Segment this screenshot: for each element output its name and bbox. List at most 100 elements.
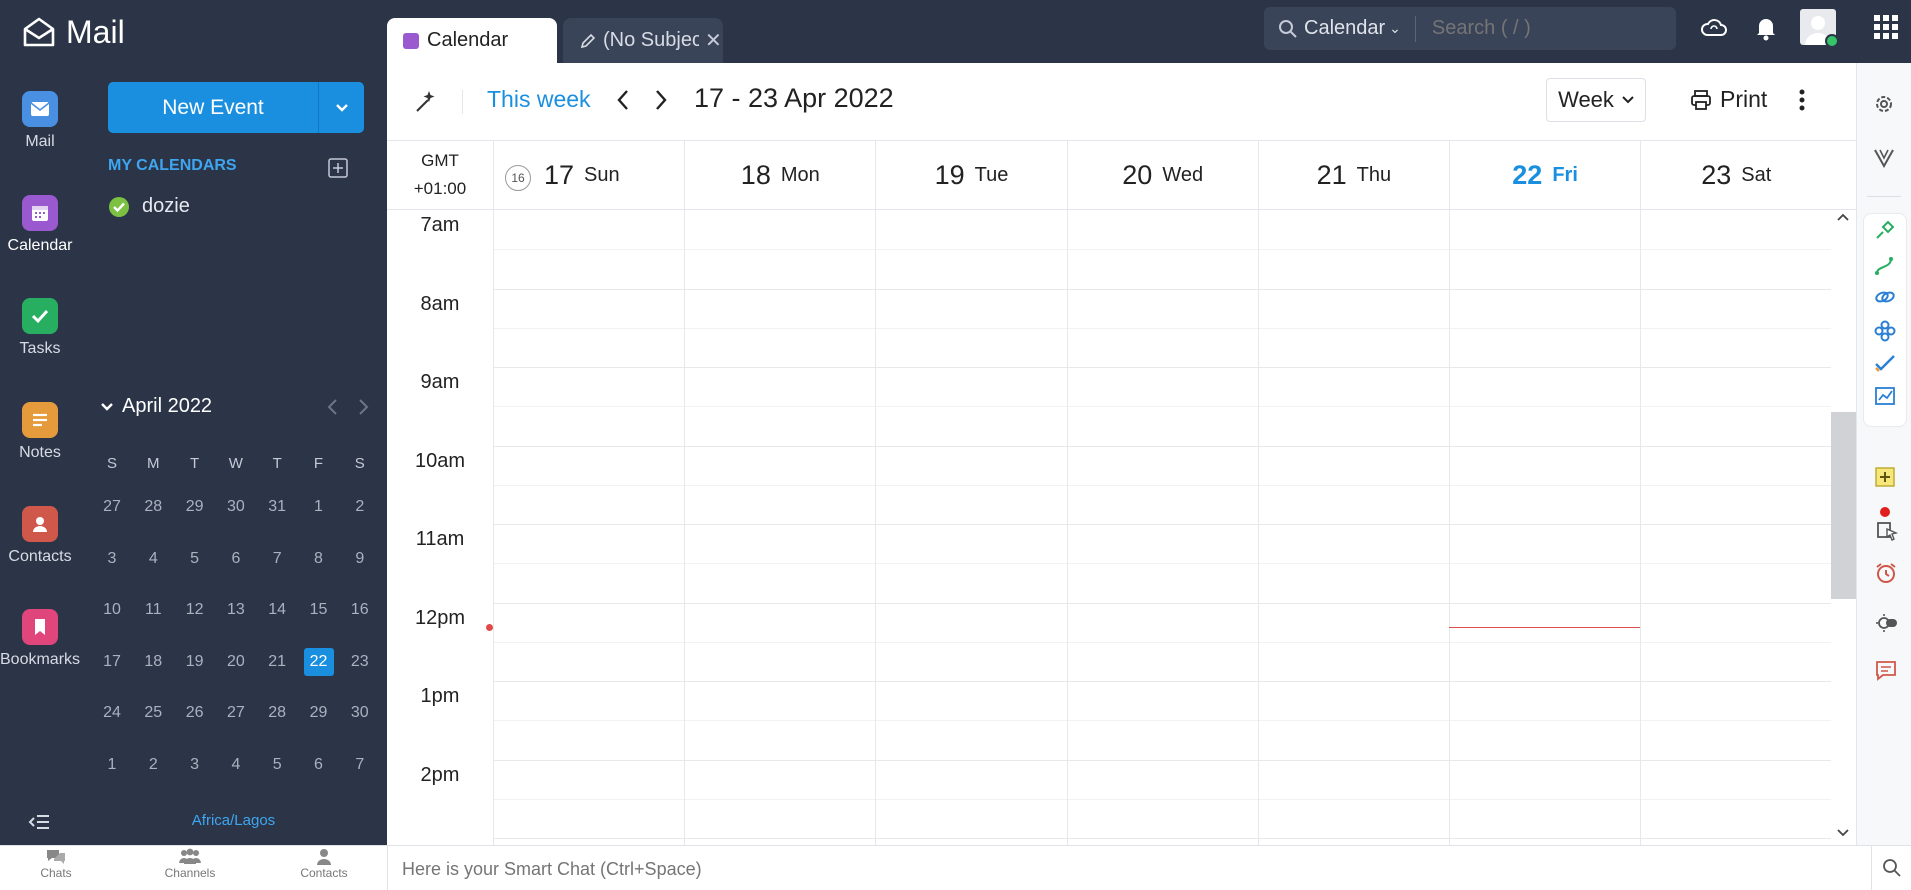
nav-tasks[interactable]: Tasks [0,298,80,358]
print-button[interactable]: Print [1690,86,1767,113]
nav-bookmarks[interactable]: Bookmarks [0,609,80,669]
calendar-item-dozie[interactable]: dozie [108,195,190,218]
mini-calendar-day[interactable]: 2 [136,751,170,779]
mini-calendar-day[interactable]: 6 [302,751,336,779]
next-week-icon[interactable] [653,88,669,112]
mini-calendar-day[interactable]: 9 [343,545,377,573]
mini-calendar-day[interactable]: 14 [260,596,294,624]
mini-calendar-day[interactable]: 4 [219,751,253,779]
cloud-sync-icon[interactable] [1700,15,1728,41]
scroll-up-icon[interactable] [1836,212,1850,222]
search-icon[interactable] [1882,858,1902,878]
mini-calendar-day[interactable]: 2 [343,493,377,521]
mini-calendar-header[interactable]: April 2022 [100,395,212,418]
link-icon[interactable] [1874,289,1896,305]
mini-calendar-day[interactable]: 29 [302,699,336,727]
mini-calendar-day[interactable]: 31 [260,493,294,521]
nav-mail[interactable]: Mail [0,91,80,151]
nav-contacts[interactable]: Contacts [0,506,80,566]
mini-calendar-day[interactable]: 28 [136,493,170,521]
mini-calendar-day[interactable]: 27 [219,699,253,727]
mini-calendar-day[interactable]: 10 [95,596,129,624]
mini-calendar-day[interactable]: 23 [343,648,377,676]
view-selector[interactable]: Week [1546,78,1646,122]
bottom-chats[interactable]: Chats [16,848,96,880]
mini-calendar-day[interactable]: 5 [178,545,212,573]
checked-circle-icon[interactable] [108,196,130,218]
smart-chat-input[interactable] [400,855,1854,883]
nav-notes[interactable]: Notes [0,402,80,462]
week-time-grid[interactable]: 7am 8am 9am 10am 11am 12pm 1pm 2pm [387,210,1831,845]
mini-calendar-day[interactable]: 4 [136,545,170,573]
scroll-down-icon[interactable] [1836,828,1850,838]
settings-icon[interactable] [1873,93,1895,115]
tab-calendar[interactable]: Calendar [387,18,557,63]
nav-calendar[interactable]: Calendar [0,195,80,255]
more-options-icon[interactable] [1799,88,1805,112]
screen-share-icon[interactable] [1875,519,1899,543]
mini-calendar-day[interactable]: 8 [302,545,336,573]
mini-calendar-day[interactable]: 18 [136,648,170,676]
mini-calendar-day[interactable]: 29 [178,493,212,521]
chevron-down-icon[interactable] [319,103,364,113]
mini-calendar-day[interactable]: 16 [343,596,377,624]
mini-calendar-day[interactable]: 3 [95,545,129,573]
mini-calendar-day[interactable]: 28 [260,699,294,727]
mini-calendar-next-icon[interactable] [356,398,370,416]
route-icon[interactable] [1874,256,1894,276]
mini-calendar-day[interactable]: 7 [343,751,377,779]
mini-calendar-day[interactable]: 6 [219,545,253,573]
mini-calendar-day[interactable]: 7 [260,545,294,573]
day-header-sat[interactable]: 23 Sat [1640,141,1831,209]
search-scope[interactable]: Calendar [1304,17,1385,40]
scrollbar-thumb[interactable] [1831,412,1856,599]
bottom-contacts[interactable]: Contacts [284,848,364,880]
mini-calendar-day[interactable]: 21 [260,648,294,676]
chat-bubble-icon[interactable] [1874,659,1898,681]
new-event-button[interactable]: New Event [108,82,364,133]
mini-calendar-day[interactable]: 1 [95,751,129,779]
this-week-link[interactable]: This week [487,86,591,113]
mini-calendar-day[interactable]: 19 [178,648,212,676]
day-header-sun[interactable]: 17 Sun [493,141,684,209]
mini-calendar-day[interactable]: 24 [95,699,129,727]
recording-dot-icon[interactable] [1879,506,1891,518]
bell-icon[interactable] [1754,15,1778,41]
close-icon[interactable]: ✕ [705,28,722,53]
mini-calendar-day[interactable]: 27 [95,493,129,521]
analytics-icon[interactable] [1874,386,1896,406]
mini-calendar-prev-icon[interactable] [326,398,340,416]
mini-calendar-day[interactable]: 11 [136,596,170,624]
app-brand[interactable]: Mail [22,10,125,54]
prev-week-icon[interactable] [615,88,631,112]
collapse-sidebar-icon[interactable] [28,813,50,831]
toggle-theme-icon[interactable] [1874,611,1898,635]
tab-draft[interactable]: (No Subjec ✕ [563,18,723,63]
mini-calendar-day[interactable]: 22 [303,647,334,676]
bottom-channels[interactable]: Channels [150,848,230,880]
mini-calendar-day[interactable]: 3 [178,751,212,779]
search-input[interactable] [1429,16,1634,41]
day-header-fri[interactable]: 22 Fri [1449,141,1640,209]
mini-calendar-day[interactable]: 12 [178,596,212,624]
day-header-mon[interactable]: 18 Mon [684,141,875,209]
day-header-tue[interactable]: 19 Tue [875,141,1066,209]
mini-calendar-day[interactable]: 26 [178,699,212,727]
day-header-thu[interactable]: 21 Thu [1257,141,1449,209]
apps-grid-icon[interactable] [1873,14,1899,40]
pin-plugin-icon[interactable] [1874,221,1894,241]
alarm-clock-icon[interactable] [1874,561,1898,585]
mini-calendar-day[interactable]: 25 [136,699,170,727]
avatar[interactable] [1800,9,1839,48]
mini-calendar-day[interactable]: 1 [302,493,336,521]
magic-sparkle-icon[interactable] [414,88,438,114]
mini-calendar-day[interactable]: 30 [343,699,377,727]
task-check-icon[interactable] [1874,354,1896,372]
mini-calendar-day[interactable]: 30 [219,493,253,521]
mini-calendar-day[interactable]: 20 [219,648,253,676]
mini-calendar-day[interactable]: 5 [260,751,294,779]
mini-calendar-day[interactable]: 13 [219,596,253,624]
add-calendar-icon[interactable] [328,158,348,178]
sticky-note-add-icon[interactable] [1873,465,1897,489]
zoho-v-icon[interactable] [1873,148,1895,168]
